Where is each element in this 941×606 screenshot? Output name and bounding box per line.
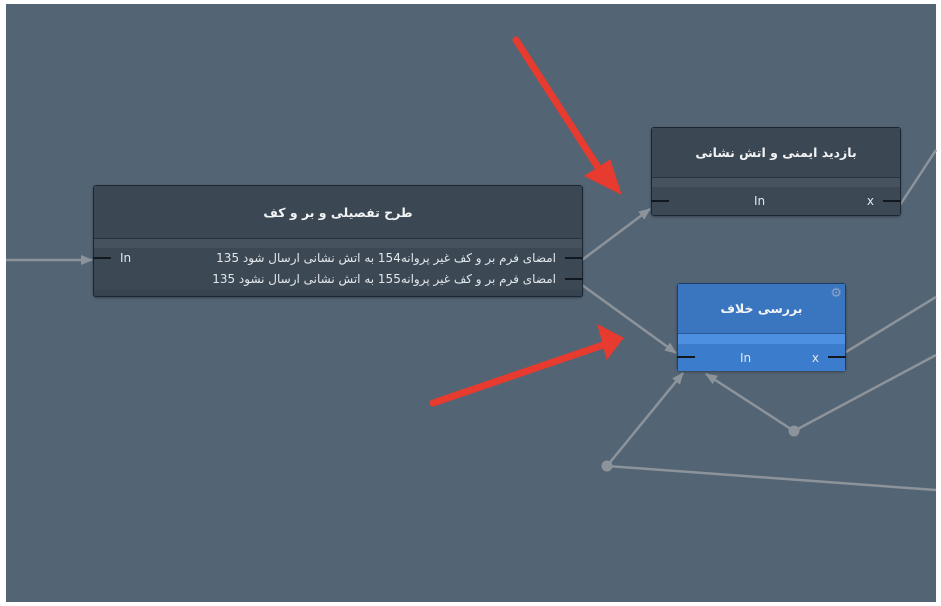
input-pin-label: In <box>740 350 752 365</box>
output-pin-label: x <box>866 194 874 208</box>
node-violation[interactable]: ⚙ بررسی خلاف In x <box>677 283 846 371</box>
node-header-band <box>94 239 582 248</box>
node-row: امضای فرم بر و کف غیر پروانه155 به اتش ن… <box>94 268 583 290</box>
output-pin-label: امضای فرم بر و کف غیر پروانه155 به اتش ن… <box>212 272 556 286</box>
output-pin[interactable] <box>883 200 901 202</box>
node-header-band <box>652 178 900 187</box>
input-pin-label: In <box>120 251 132 265</box>
input-pin[interactable] <box>93 257 111 259</box>
node-header-band <box>678 334 845 344</box>
output-pin[interactable] <box>565 278 583 280</box>
output-pin-label: x <box>811 350 819 365</box>
node-title: بررسی خلاف <box>678 284 845 334</box>
gear-icon[interactable]: ⚙ <box>830 286 842 301</box>
node-safety[interactable]: بازدید ایمنی و اتش نشانی In x <box>651 127 901 216</box>
node-title: طرح تفصیلی و بر و کف <box>94 186 582 239</box>
node-row: In x <box>677 344 846 371</box>
node-row: In x <box>651 187 901 215</box>
node-title: بازدید ایمنی و اتش نشانی <box>652 128 900 178</box>
input-pin[interactable] <box>677 356 695 358</box>
output-pin[interactable] <box>565 257 583 259</box>
node-main[interactable]: طرح تفصیلی و بر و کف In امضای فرم بر و ک… <box>93 185 583 297</box>
input-pin-label: In <box>754 194 766 208</box>
output-pin[interactable] <box>828 356 846 358</box>
node-row: In امضای فرم بر و کف غیر پروانه154 به ات… <box>93 248 583 268</box>
output-pin-label: امضای فرم بر و کف غیر پروانه154 به اتش ن… <box>216 251 556 265</box>
input-pin[interactable] <box>651 200 669 202</box>
